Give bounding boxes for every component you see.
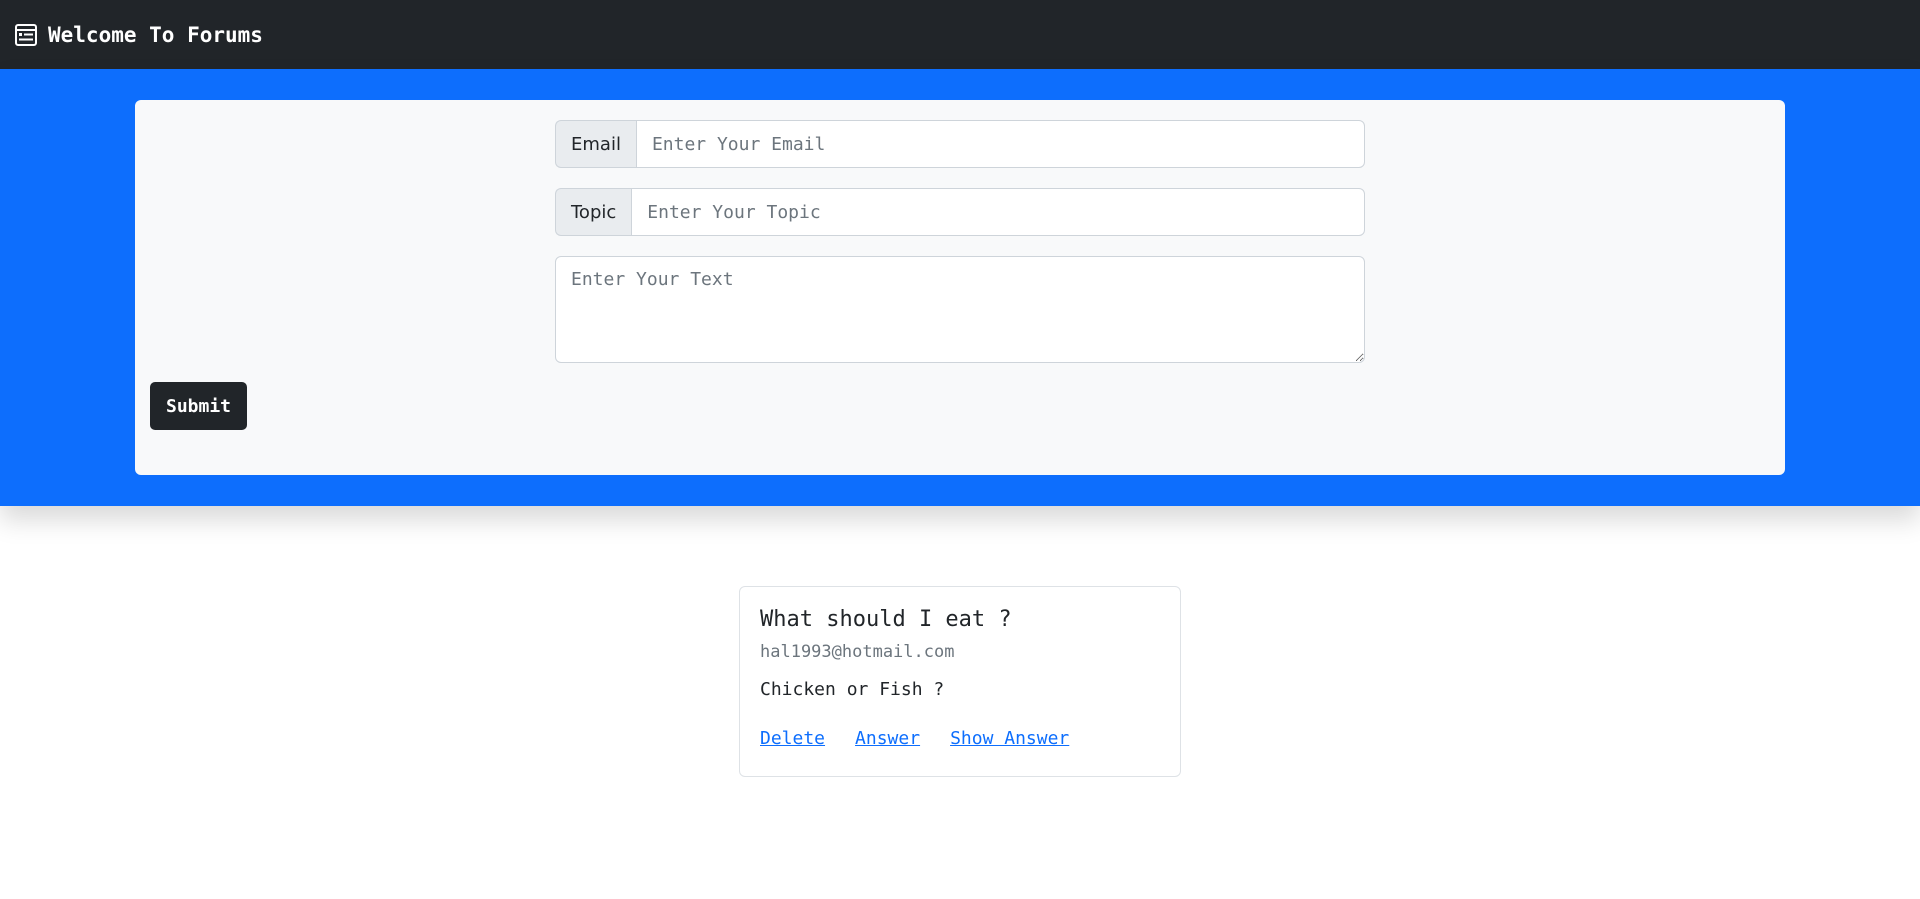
topic-input[interactable] — [631, 188, 1365, 236]
post-author-email: hal1993@hotmail.com — [760, 642, 955, 662]
topic-input-group: Topic — [555, 188, 1365, 236]
navbar-brand[interactable]: Welcome To Forums — [14, 23, 263, 47]
email-input[interactable] — [635, 120, 1365, 168]
post-form-panel: Email Topic Submit — [135, 100, 1785, 475]
post-form-section: Email Topic Submit — [0, 69, 1920, 506]
answer-link[interactable]: Answer — [855, 728, 920, 749]
text-textarea[interactable] — [555, 256, 1365, 363]
email-input-group: Email — [555, 120, 1365, 168]
top-navbar: Welcome To Forums — [0, 0, 1920, 69]
post-title: What should I eat ? — [760, 607, 1012, 632]
email-label: Email — [555, 120, 636, 168]
show-answer-link[interactable]: Show Answer — [950, 728, 1069, 749]
post-actions: Delete Answer Show Answer — [760, 728, 1160, 749]
post-form: Email Topic — [555, 120, 1365, 363]
post-body: Chicken or Fish ? — [760, 679, 945, 700]
delete-link[interactable]: Delete — [760, 728, 825, 749]
submit-button[interactable]: Submit — [150, 382, 248, 430]
post-card: What should I eat ? hal1993@hotmail.com … — [739, 586, 1181, 777]
forum-list-icon — [14, 23, 38, 47]
brand-title: Welcome To Forums — [48, 22, 263, 47]
topic-label: Topic — [555, 188, 632, 236]
